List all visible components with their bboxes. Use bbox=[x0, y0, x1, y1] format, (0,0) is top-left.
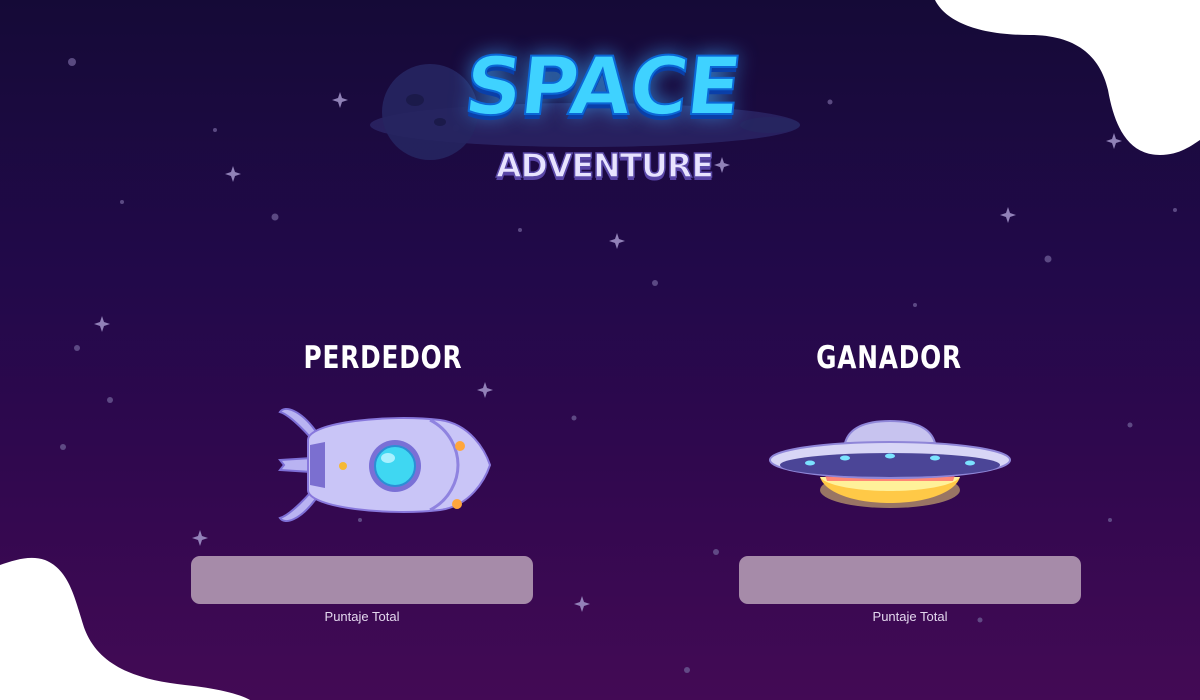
logo-title-space: SPACE bbox=[459, 39, 745, 134]
ufo-icon bbox=[769, 419, 1011, 508]
winner-score-box bbox=[739, 556, 1081, 604]
loser-score-box bbox=[191, 556, 533, 604]
loser-score-label: Puntaje Total bbox=[324, 609, 400, 624]
winner-score-label: Puntaje Total bbox=[872, 609, 948, 624]
rocket-icon bbox=[278, 408, 492, 522]
loser-title: PERDEDOR bbox=[303, 340, 463, 376]
corner-blob-top-right bbox=[935, 0, 1200, 155]
winner-title: GANADOR bbox=[816, 340, 962, 376]
logo-title-adventure: ADVENTURE bbox=[495, 145, 714, 186]
